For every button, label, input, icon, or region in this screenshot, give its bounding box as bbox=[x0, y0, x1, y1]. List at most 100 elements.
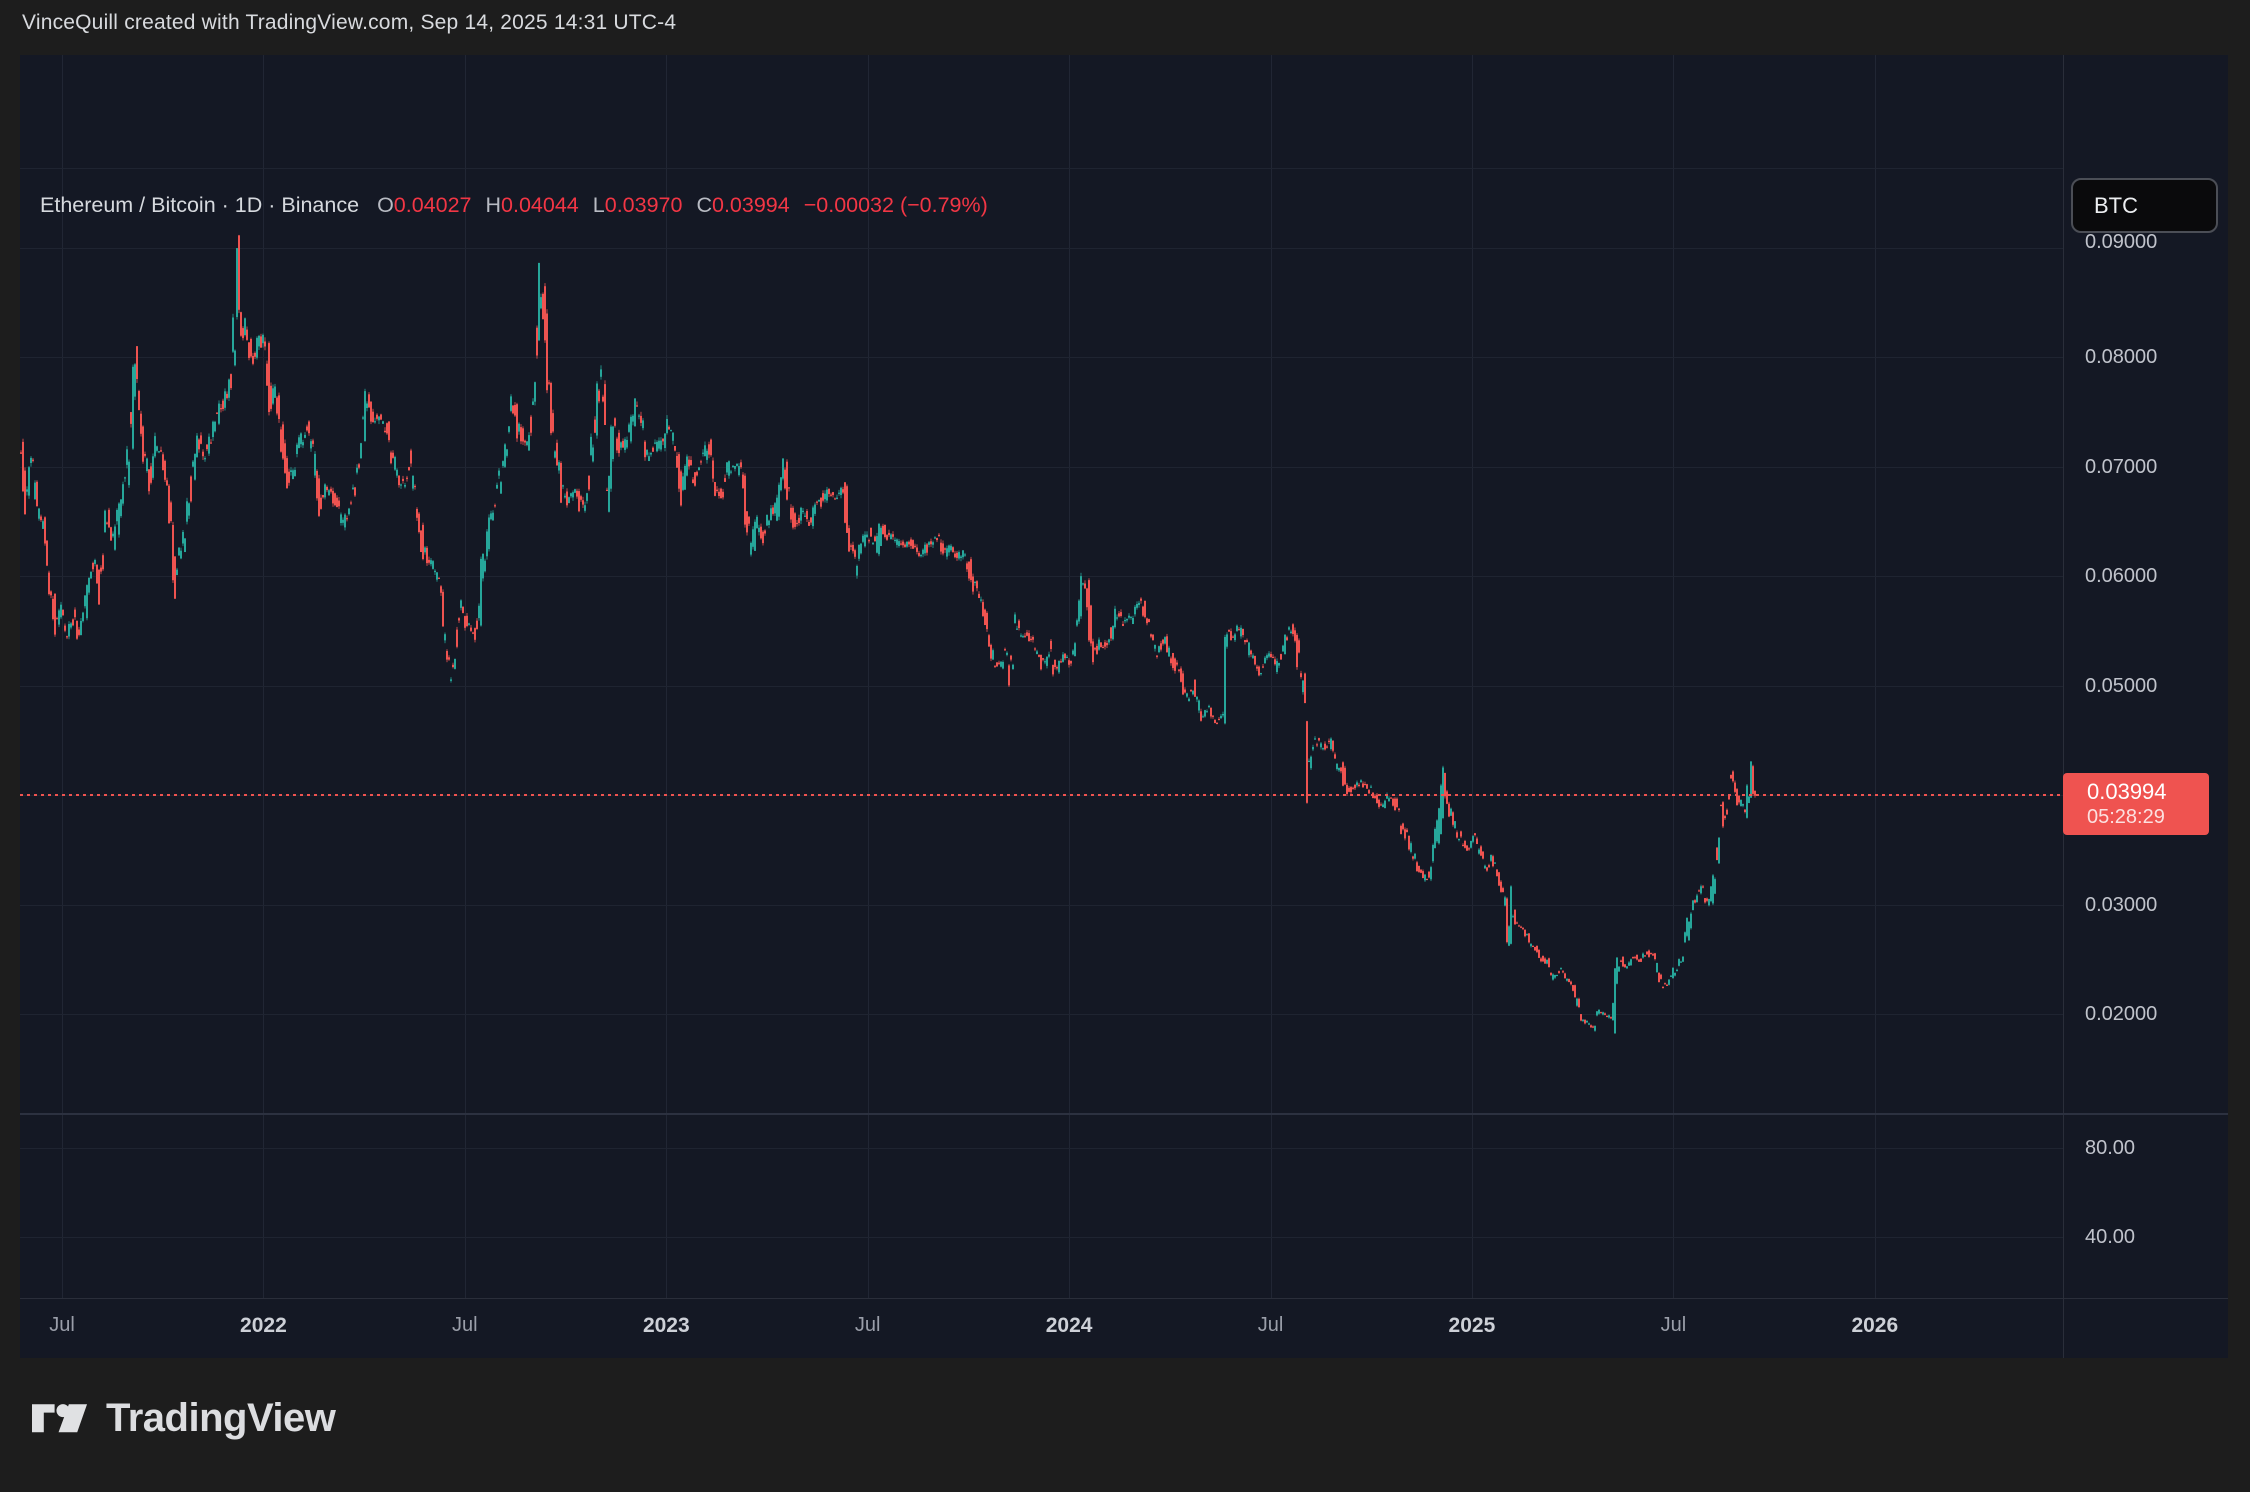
candle bbox=[1036, 651, 1038, 654]
candle bbox=[504, 444, 506, 466]
candle bbox=[1112, 626, 1114, 639]
candle bbox=[1188, 699, 1190, 702]
candle bbox=[1062, 655, 1064, 662]
candle bbox=[342, 520, 344, 523]
candle bbox=[1724, 816, 1726, 818]
candle bbox=[736, 464, 738, 466]
candle bbox=[1746, 786, 1748, 818]
candle bbox=[148, 469, 150, 491]
candle bbox=[912, 540, 914, 549]
candle bbox=[1216, 723, 1218, 724]
candle bbox=[1146, 618, 1148, 623]
candle bbox=[1260, 673, 1262, 674]
candle bbox=[1438, 808, 1440, 843]
candle bbox=[142, 427, 144, 462]
candle bbox=[1072, 651, 1074, 655]
candle bbox=[1246, 640, 1248, 642]
candle bbox=[1566, 979, 1568, 981]
candle bbox=[1402, 824, 1404, 830]
candle bbox=[1108, 639, 1110, 642]
tradingview-logo-text: TradingView bbox=[106, 1404, 335, 1433]
candle bbox=[164, 461, 166, 480]
candle bbox=[100, 568, 102, 572]
candle bbox=[1588, 1023, 1590, 1024]
price-axis-label: 0.08000 bbox=[2085, 344, 2215, 370]
candle bbox=[204, 458, 206, 459]
candle bbox=[758, 528, 760, 532]
candle bbox=[490, 513, 492, 519]
candle bbox=[710, 440, 712, 456]
candle bbox=[1206, 711, 1208, 712]
candle bbox=[60, 605, 62, 618]
candle bbox=[1128, 616, 1130, 618]
candle bbox=[1550, 973, 1552, 975]
candle bbox=[238, 235, 240, 309]
candle bbox=[1204, 710, 1206, 716]
candle bbox=[314, 454, 316, 476]
candle bbox=[652, 448, 654, 452]
candle bbox=[1712, 875, 1714, 903]
candle bbox=[1152, 635, 1154, 641]
candle bbox=[138, 391, 140, 410]
candle bbox=[662, 439, 664, 442]
candle bbox=[1120, 612, 1122, 616]
candle bbox=[266, 364, 268, 386]
candle bbox=[1266, 655, 1268, 658]
candle bbox=[1082, 583, 1084, 584]
candle bbox=[862, 536, 864, 542]
candle bbox=[1508, 926, 1510, 945]
candle bbox=[1492, 856, 1494, 866]
candle bbox=[350, 502, 352, 503]
currency-toggle-button[interactable]: BTC bbox=[2071, 178, 2218, 233]
candle bbox=[1736, 789, 1738, 805]
candle bbox=[324, 484, 326, 497]
candle bbox=[42, 521, 44, 529]
candle bbox=[804, 516, 806, 517]
candle bbox=[98, 570, 100, 605]
legend-symbol-title[interactable]: Ethereum / Bitcoin · 1D · Binance bbox=[40, 193, 359, 217]
candle bbox=[1476, 839, 1478, 845]
candle bbox=[1122, 624, 1124, 626]
candle bbox=[24, 471, 26, 515]
candle bbox=[1450, 809, 1452, 816]
candle bbox=[94, 560, 96, 564]
candle bbox=[28, 467, 30, 495]
candle bbox=[1466, 846, 1468, 851]
candle bbox=[82, 613, 84, 622]
candle bbox=[312, 441, 314, 444]
candle bbox=[414, 486, 416, 487]
candle bbox=[706, 451, 708, 460]
candle bbox=[1346, 785, 1348, 794]
candle bbox=[354, 487, 356, 495]
candle bbox=[570, 493, 572, 496]
candle bbox=[572, 492, 574, 497]
candle bbox=[598, 391, 600, 402]
candle bbox=[870, 528, 872, 537]
tradingview-logo[interactable]: TradingView bbox=[32, 1404, 335, 1433]
candle bbox=[1522, 928, 1524, 929]
candle bbox=[988, 635, 990, 646]
candle bbox=[658, 441, 660, 449]
candle bbox=[1158, 646, 1160, 652]
candle bbox=[676, 456, 678, 468]
candle bbox=[384, 431, 386, 432]
time-axis[interactable]: Jul2022Jul2023Jul2024Jul2025Jul2026 bbox=[20, 1299, 2228, 1358]
candle bbox=[22, 442, 24, 491]
candle bbox=[292, 470, 294, 479]
candle bbox=[908, 542, 910, 545]
candle bbox=[1570, 982, 1572, 985]
candle bbox=[212, 422, 214, 437]
candle bbox=[756, 517, 758, 528]
candle bbox=[248, 342, 250, 358]
candle bbox=[684, 466, 686, 490]
candle bbox=[358, 464, 360, 467]
plot-area[interactable] bbox=[20, 55, 2063, 1298]
symbol-legend[interactable]: Ethereum / Bitcoin · 1D · BinanceO0.0402… bbox=[40, 193, 988, 218]
candle bbox=[1010, 656, 1012, 660]
candle bbox=[208, 437, 210, 454]
price-axis[interactable]: 0.090000.080000.070000.060000.050000.030… bbox=[2063, 55, 2228, 1298]
candlestick-series[interactable] bbox=[20, 55, 2063, 1298]
candle bbox=[1064, 654, 1066, 659]
candle bbox=[868, 540, 870, 541]
candle bbox=[704, 445, 706, 456]
